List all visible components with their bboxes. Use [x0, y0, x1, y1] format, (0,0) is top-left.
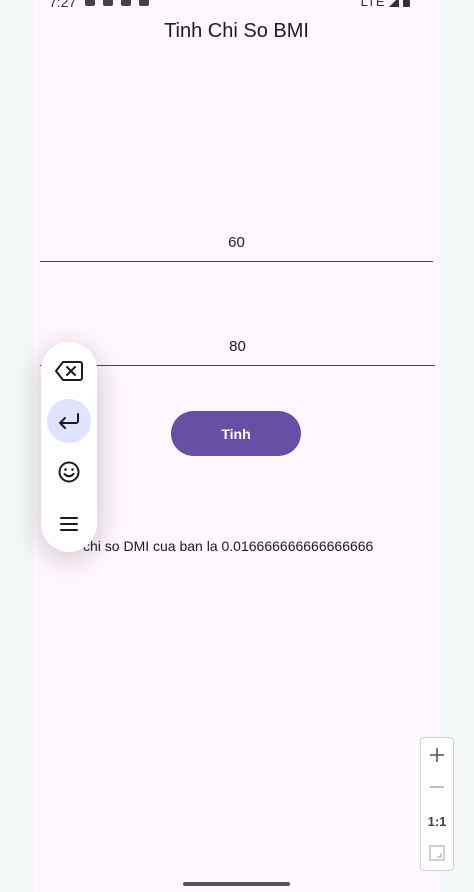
enter-icon: [59, 413, 79, 429]
zoom-out-button[interactable]: [421, 776, 453, 798]
page-title: Tinh Chi So BMI: [164, 20, 309, 42]
minus-icon: [430, 786, 444, 788]
result-text: chi so DMI cua ban la 0.0166666666666666…: [83, 538, 374, 554]
menu-button[interactable]: [47, 502, 91, 546]
backspace-button[interactable]: [47, 349, 91, 393]
network-type: LTE: [360, 0, 385, 9]
menu-icon: [60, 517, 78, 531]
dnd-icon: [85, 0, 95, 6]
height-field-value[interactable]: 80: [40, 338, 435, 365]
status-notification-icons: [85, 0, 149, 6]
fit-button[interactable]: [421, 842, 453, 864]
emoji-button[interactable]: [47, 450, 91, 494]
weight-field-underline: [40, 261, 433, 262]
backspace-icon: [55, 361, 83, 381]
battery-icon: [403, 0, 410, 7]
height-field[interactable]: 80: [40, 338, 435, 366]
weight-field-value[interactable]: 60: [40, 234, 433, 261]
shield-icon: [103, 0, 113, 6]
enter-button[interactable]: [47, 399, 91, 443]
fit-screen-icon: [429, 845, 445, 861]
status-right: LTE: [361, 0, 410, 9]
floating-keyboard-toolbar: [41, 342, 97, 552]
signal-icon: [389, 0, 399, 7]
keyboard-notification-icon: [139, 0, 149, 6]
status-time: 7:27: [49, 0, 77, 10]
zoom-reset-button[interactable]: 1:1: [421, 810, 453, 832]
home-gesture-bar[interactable]: [183, 882, 290, 886]
emoji-icon: [58, 461, 80, 483]
zoom-controls: 1:1: [420, 737, 454, 871]
zoom-in-button[interactable]: [421, 744, 453, 766]
height-field-underline: [40, 365, 435, 366]
plus-icon: [430, 748, 444, 762]
weight-field[interactable]: 60: [40, 234, 433, 262]
status-bar: 7:27 LTE: [33, 0, 440, 14]
calculate-button[interactable]: Tinh: [171, 411, 301, 456]
sim-icon: [121, 0, 131, 6]
